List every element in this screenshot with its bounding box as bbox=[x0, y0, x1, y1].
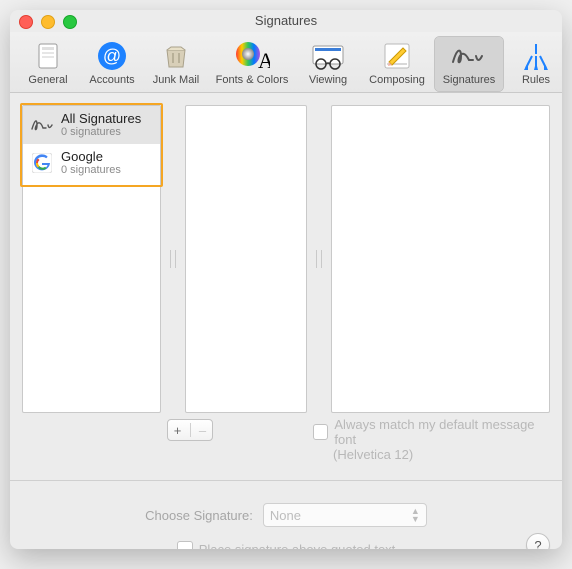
tab-composing[interactable]: Composing bbox=[360, 36, 434, 92]
tab-viewing[interactable]: Viewing bbox=[296, 36, 360, 92]
place-above-checkbox-row: Place signature above quoted text bbox=[22, 541, 550, 549]
signatures-list[interactable] bbox=[185, 105, 307, 413]
pane-resize-handle[interactable] bbox=[169, 105, 177, 413]
tab-rules[interactable]: Rules bbox=[504, 36, 562, 92]
match-font-label: Always match my default message font bbox=[334, 417, 550, 447]
tab-signatures[interactable]: Signatures bbox=[434, 36, 504, 92]
junk-mail-icon bbox=[156, 40, 196, 72]
choose-signature-label: Choose Signature: bbox=[145, 508, 253, 523]
window-controls bbox=[19, 15, 77, 29]
general-icon bbox=[28, 40, 68, 72]
svg-text:@: @ bbox=[103, 46, 121, 66]
tab-label: Composing bbox=[369, 74, 425, 86]
rules-icon bbox=[516, 40, 556, 72]
popup-arrows-icon: ▲▼ bbox=[411, 507, 420, 523]
panes-row: All Signatures 0 signatures Google 0 sig… bbox=[22, 105, 550, 413]
google-icon bbox=[31, 152, 53, 174]
account-subtitle: 0 signatures bbox=[61, 126, 141, 138]
choose-signature-popup[interactable]: None ▲▼ bbox=[263, 503, 427, 527]
tab-accounts[interactable]: @ Accounts bbox=[80, 36, 144, 92]
account-subtitle: 0 signatures bbox=[61, 164, 121, 176]
tab-label: Viewing bbox=[309, 74, 347, 86]
accounts-list[interactable]: All Signatures 0 signatures Google 0 sig… bbox=[22, 105, 161, 413]
viewing-icon bbox=[308, 40, 348, 72]
account-all-signatures[interactable]: All Signatures 0 signatures bbox=[23, 106, 160, 144]
add-signature-button[interactable]: + bbox=[170, 423, 186, 438]
match-font-sublabel: (Helvetica 12) bbox=[333, 447, 550, 462]
signature-icon bbox=[31, 114, 53, 136]
minimize-window-button[interactable] bbox=[41, 15, 55, 29]
tab-label: Signatures bbox=[443, 74, 496, 86]
remove-signature-button[interactable]: – bbox=[195, 423, 211, 438]
close-window-button[interactable] bbox=[19, 15, 33, 29]
choose-signature-row: Choose Signature: None ▲▼ bbox=[22, 503, 550, 527]
tab-general[interactable]: General bbox=[16, 36, 80, 92]
match-font-checkbox-row: Always match my default message font bbox=[313, 417, 550, 447]
help-label: ? bbox=[534, 538, 541, 550]
tab-label: General bbox=[28, 74, 67, 86]
preferences-window: Signatures General @ Accounts Junk Mail bbox=[10, 10, 562, 549]
tab-label: Fonts & Colors bbox=[216, 74, 289, 86]
signature-editor[interactable] bbox=[331, 105, 550, 413]
titlebar: Signatures bbox=[10, 10, 562, 32]
add-remove-buttons: + – bbox=[167, 419, 213, 441]
tab-label: Accounts bbox=[89, 74, 134, 86]
zoom-window-button[interactable] bbox=[63, 15, 77, 29]
window-title: Signatures bbox=[255, 13, 317, 28]
place-above-checkbox[interactable] bbox=[177, 541, 193, 549]
match-font-checkbox[interactable] bbox=[313, 424, 328, 440]
help-button[interactable]: ? bbox=[526, 533, 550, 549]
signatures-icon bbox=[449, 40, 489, 72]
account-google[interactable]: Google 0 signatures bbox=[23, 144, 160, 182]
svg-text:A: A bbox=[258, 48, 270, 72]
accounts-icon: @ bbox=[92, 40, 132, 72]
divider bbox=[10, 480, 562, 481]
account-title: Google bbox=[61, 150, 121, 164]
tab-junk-mail[interactable]: Junk Mail bbox=[144, 36, 208, 92]
tab-label: Rules bbox=[522, 74, 550, 86]
place-above-label: Place signature above quoted text bbox=[199, 542, 396, 550]
fonts-colors-icon: A bbox=[232, 40, 272, 72]
tab-label: Junk Mail bbox=[153, 74, 199, 86]
account-title: All Signatures bbox=[61, 112, 141, 126]
content-area: All Signatures 0 signatures Google 0 sig… bbox=[10, 93, 562, 549]
choose-signature-value: None bbox=[270, 508, 301, 523]
pane-resize-handle[interactable] bbox=[315, 105, 323, 413]
preferences-toolbar: General @ Accounts Junk Mail A Fonts & C… bbox=[10, 32, 562, 93]
tab-fonts-colors[interactable]: A Fonts & Colors bbox=[208, 36, 296, 92]
composing-icon bbox=[377, 40, 417, 72]
